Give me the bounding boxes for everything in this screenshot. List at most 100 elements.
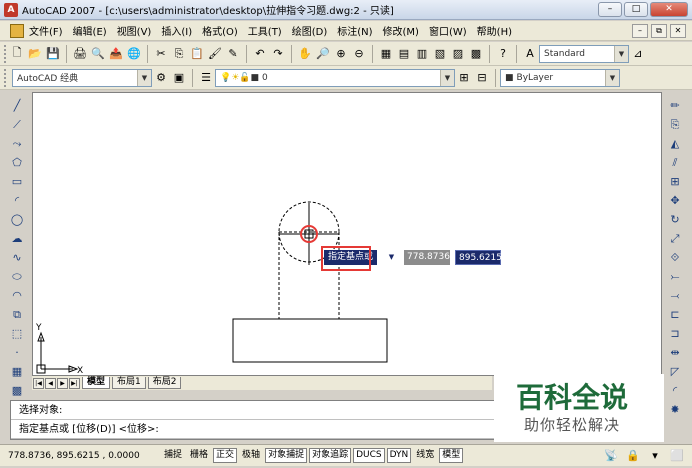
- chevron-down-icon[interactable]: ▼: [440, 69, 454, 86]
- text-style-combo[interactable]: Standard ▼: [539, 44, 629, 63]
- menu-format[interactable]: 格式(O): [197, 23, 243, 38]
- zoom-window-icon[interactable]: ⊕: [333, 46, 349, 62]
- hatch-icon[interactable]: ▦: [9, 363, 25, 380]
- menu-modify[interactable]: 修改(M): [378, 23, 424, 38]
- polar-toggle[interactable]: 极轴: [239, 448, 263, 463]
- doc-minimize-button[interactable]: –: [632, 24, 648, 38]
- maximize-button[interactable]: □: [624, 2, 648, 17]
- status-menu-icon[interactable]: ▾: [647, 448, 663, 464]
- break-at-point-icon[interactable]: ⊏: [667, 306, 683, 323]
- menu-help[interactable]: 帮助(H): [472, 23, 517, 38]
- osnap-toggle[interactable]: 对象捕捉: [265, 448, 308, 463]
- make-block-icon[interactable]: ⬚: [9, 325, 25, 342]
- cut-icon[interactable]: ✂: [153, 46, 169, 62]
- polygon-icon[interactable]: ⬠: [9, 154, 25, 171]
- layer-manager-icon[interactable]: ☰: [198, 70, 214, 86]
- workspace-combo[interactable]: AutoCAD 经典 ▼: [12, 68, 152, 87]
- point-icon[interactable]: ·: [9, 344, 25, 361]
- chamfer-icon[interactable]: ◸: [667, 363, 683, 380]
- print-preview-icon[interactable]: 🔍: [90, 46, 106, 62]
- dyn-toggle[interactable]: DYN: [386, 448, 412, 463]
- match-properties-icon[interactable]: 🖌: [207, 46, 223, 62]
- coordinate-readout[interactable]: 778.8736, 895.6215 , 0.0000: [0, 451, 160, 461]
- dim-style-icon[interactable]: ⊿: [630, 46, 646, 62]
- model-toggle[interactable]: 模型: [439, 448, 464, 463]
- menu-edit[interactable]: 编辑(E): [68, 23, 112, 38]
- otrack-toggle[interactable]: 对象追踪: [309, 448, 352, 463]
- offset-icon[interactable]: ⫽: [667, 154, 683, 171]
- copy-object-icon[interactable]: ⎘: [667, 116, 683, 133]
- grid-toggle[interactable]: 栅格: [187, 448, 211, 463]
- color-combo[interactable]: ■ ByLayer ▼: [500, 68, 620, 87]
- break-icon[interactable]: ⊐: [667, 325, 683, 342]
- rotate-icon[interactable]: ↻: [667, 211, 683, 228]
- stretch-icon[interactable]: ⟐: [667, 249, 683, 266]
- calculator-icon[interactable]: ▩: [468, 46, 484, 62]
- lock-icon[interactable]: 🔒: [625, 448, 641, 464]
- first-tab-icon[interactable]: |◀: [33, 377, 44, 389]
- rectangle-icon[interactable]: ▭: [9, 173, 25, 190]
- array-icon[interactable]: ⊞: [667, 173, 683, 190]
- dynamic-y-input[interactable]: 895.6215: [455, 250, 502, 265]
- arc-icon[interactable]: ◜: [9, 192, 25, 209]
- undo-icon[interactable]: ↶: [252, 46, 268, 62]
- tool-palettes-icon[interactable]: ▥: [414, 46, 430, 62]
- dynamic-x-input[interactable]: 778.8736: [404, 250, 450, 265]
- trim-icon[interactable]: ⤚: [667, 268, 683, 285]
- spline-icon[interactable]: ∿: [9, 249, 25, 266]
- polyline-icon[interactable]: ⤳: [9, 135, 25, 152]
- prev-tab-icon[interactable]: ◀: [45, 377, 56, 389]
- last-tab-icon[interactable]: ▶|: [69, 377, 80, 389]
- properties-icon[interactable]: ▦: [378, 46, 394, 62]
- revision-cloud-icon[interactable]: ☁: [9, 230, 25, 247]
- design-center-icon[interactable]: ▤: [396, 46, 412, 62]
- menu-view[interactable]: 视图(V): [112, 23, 157, 38]
- ortho-toggle[interactable]: 正交: [213, 448, 238, 463]
- menu-dimension[interactable]: 标注(N): [332, 23, 377, 38]
- join-icon[interactable]: ⇹: [667, 344, 683, 361]
- paste-icon[interactable]: 📋: [189, 46, 205, 62]
- drawing-canvas[interactable]: Y X: [32, 92, 662, 376]
- document-menu-icon[interactable]: [10, 23, 24, 38]
- menu-file[interactable]: 文件(F): [24, 23, 68, 38]
- help-icon[interactable]: ?: [495, 46, 511, 62]
- chevron-down-icon[interactable]: ▼: [137, 69, 151, 86]
- copy-icon[interactable]: ⎘: [171, 46, 187, 62]
- erase-icon[interactable]: ✏: [667, 97, 683, 114]
- circle-icon[interactable]: ◯: [9, 211, 25, 228]
- open-file-icon[interactable]: 📂: [27, 46, 43, 62]
- redo-icon[interactable]: ↷: [270, 46, 286, 62]
- move-icon[interactable]: ✥: [667, 192, 683, 209]
- publish-icon[interactable]: 📤: [108, 46, 124, 62]
- doc-close-button[interactable]: ✕: [670, 24, 686, 38]
- autocad-app-icon[interactable]: A: [4, 2, 18, 17]
- region-icon[interactable]: ▩: [9, 382, 25, 399]
- minimize-button[interactable]: –: [598, 2, 622, 17]
- ducs-toggle[interactable]: DUCS: [353, 448, 385, 463]
- menu-draw[interactable]: 绘图(D): [287, 23, 333, 38]
- make-current-layer-icon[interactable]: ⊞: [456, 70, 472, 86]
- scale-icon[interactable]: ⤢: [667, 230, 683, 247]
- toolbar-grip[interactable]: [4, 44, 8, 63]
- pan-icon[interactable]: ✋: [297, 46, 313, 62]
- chevron-down-icon[interactable]: ▼: [614, 45, 628, 62]
- workspace-settings-icon[interactable]: ⚙: [153, 70, 169, 86]
- tab-model[interactable]: 模型: [82, 377, 111, 389]
- explode-icon[interactable]: ✸: [667, 401, 683, 418]
- save-icon[interactable]: 💾: [45, 46, 61, 62]
- new-file-icon[interactable]: 🗋: [9, 46, 25, 62]
- block-editor-icon[interactable]: ✎: [225, 46, 241, 62]
- text-style-icon[interactable]: A: [522, 46, 538, 62]
- print-icon[interactable]: 🖨: [72, 46, 88, 62]
- menu-insert[interactable]: 插入(I): [156, 23, 197, 38]
- line-icon[interactable]: ╱: [9, 97, 25, 114]
- doc-restore-button[interactable]: ⧉: [651, 24, 667, 38]
- mirror-icon[interactable]: ◭: [667, 135, 683, 152]
- dynamic-options-down-icon[interactable]: ▼: [386, 252, 397, 263]
- fillet-icon[interactable]: ◜: [667, 382, 683, 399]
- next-tab-icon[interactable]: ▶: [57, 377, 68, 389]
- layer-previous-icon[interactable]: ⊟: [474, 70, 490, 86]
- markup-icon[interactable]: ▨: [450, 46, 466, 62]
- insert-block-icon[interactable]: ⧉: [9, 306, 25, 323]
- workspace-save-icon[interactable]: ▣: [171, 70, 187, 86]
